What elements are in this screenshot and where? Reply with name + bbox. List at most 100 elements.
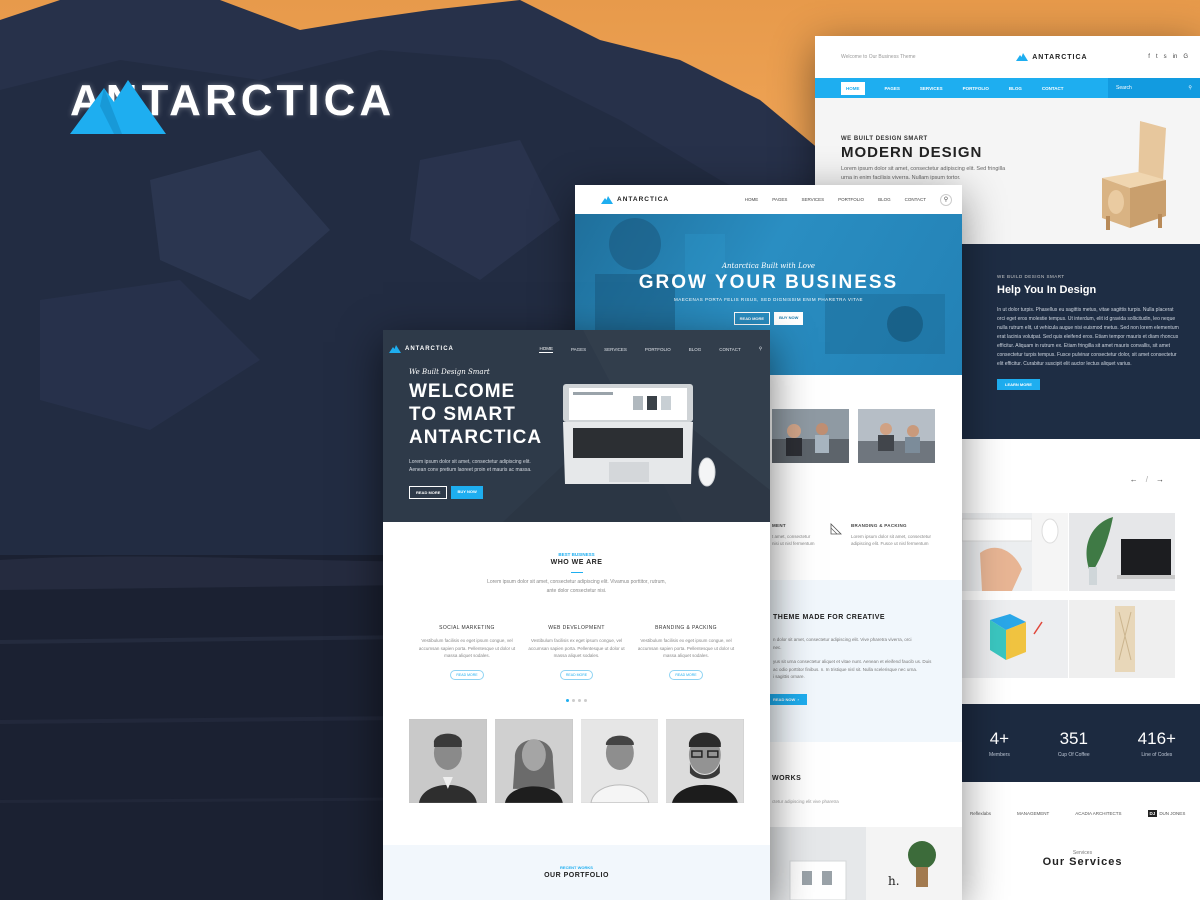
read-more-button[interactable]: READ MORE	[733, 312, 771, 325]
team-meeting-photo[interactable]	[772, 409, 849, 463]
main-nav: HOME PAGES SERVICES PORTFOLIO BLOG CONTA…	[745, 193, 952, 206]
client-logo: DJ DUN JONES	[1147, 809, 1186, 817]
search-input[interactable]: Search ⚲	[1108, 78, 1200, 98]
main-nav: HOME PAGES SERVICES PORTFOLIO BLOG CONTA…	[815, 78, 1200, 98]
linkedin-icon[interactable]: in	[1173, 54, 1178, 60]
mountain-logo-icon	[1016, 53, 1029, 61]
hero-title: GROW YOUR BUSINESS	[638, 272, 899, 293]
nav-blog[interactable]: BLOG	[1009, 86, 1022, 91]
google-icon[interactable]: G	[1183, 54, 1188, 60]
team-portraits	[383, 702, 770, 803]
social-links: f t s in G	[1148, 54, 1188, 60]
hero-section: ANTARCTICA HOME PAGES SERVICES PORTFOLIO…	[383, 330, 770, 522]
nav-services[interactable]: SERVICES	[604, 347, 627, 352]
top-bar: Welcome to Our Business Theme ANTARCTICA…	[815, 36, 1200, 78]
search-icon[interactable]: ⚲	[759, 346, 762, 352]
client-logo: MANAGEMENT	[1017, 810, 1050, 816]
brand-logo[interactable]: ANTARCTICA	[601, 195, 669, 204]
nav-home[interactable]: HOME	[745, 197, 759, 202]
team-member-photo[interactable]	[580, 718, 659, 803]
main-nav: HOME PAGES SERVICES PORTFOLIO BLOG CONTA…	[539, 346, 762, 353]
hero-tagline: MAECENAS PORTA FELIS RISUS, SED DIGNISSI…	[673, 297, 864, 302]
buy-now-button[interactable]: BUY NOW	[451, 486, 483, 499]
nav-blog[interactable]: BLOG	[878, 197, 891, 202]
theme-text: n dolor sit amet, consectetur adipiscing…	[773, 637, 912, 650]
nav-contact[interactable]: CONTACT	[1042, 86, 1064, 91]
nav-pages[interactable]: PAGES	[885, 86, 900, 91]
brand-logo[interactable]: ANTARCTICA	[1016, 53, 1087, 61]
hero-logo: ANTARCTICA	[70, 76, 395, 134]
read-more-button[interactable]: READ MORE	[669, 669, 703, 680]
read-more-button[interactable]: READ MORE	[559, 669, 594, 680]
read-now-button[interactable]: READ NOW ›	[765, 694, 807, 705]
theme-title: THEME MADE FOR CREATIVE	[773, 614, 886, 621]
brand-logo[interactable]: ANTARCTICA	[389, 345, 454, 353]
nav-blog[interactable]: BLOG	[689, 347, 702, 352]
carousel-dot[interactable]	[566, 698, 569, 702]
title-underline	[570, 572, 583, 573]
header-bar: ANTARCTICA HOME PAGES SERVICES PORTFOLIO…	[383, 330, 770, 368]
nav-portfolio[interactable]: PORTFOLIO	[838, 197, 864, 202]
team-member-photo[interactable]	[494, 718, 573, 803]
search-icon[interactable]: ⚲	[1188, 85, 1192, 91]
stat-code: 416+ Line of Codes	[1137, 728, 1176, 758]
preview-page-welcome: ANTARCTICA HOME PAGES SERVICES PORTFOLIO…	[383, 330, 770, 900]
twitter-icon[interactable]: t	[1156, 54, 1158, 60]
carousel-dot[interactable]	[584, 698, 587, 702]
nav-pages[interactable]: PAGES	[772, 197, 787, 202]
branding-service-item: BRANDING & PACKING Lorem ipsum dolor sit…	[830, 523, 931, 547]
service-social-marketing: SOCIAL MARKETING Vestibulum facilisis ex…	[415, 625, 519, 681]
stat-coffee: 351 Cup Of Coffee	[1057, 728, 1090, 758]
nav-home[interactable]: HOME	[539, 346, 553, 353]
nav-contact[interactable]: CONTACT	[905, 197, 926, 202]
who-title: WHO WE ARE	[550, 559, 603, 566]
service-item: MENT t amet, consectetur nisi ut nisl fe…	[772, 523, 815, 547]
carousel-dot[interactable]	[578, 698, 581, 702]
plant-laptop-photo[interactable]	[1069, 513, 1175, 591]
nav-portfolio[interactable]: PORTFOLIO	[963, 86, 989, 91]
buy-now-button[interactable]: BUY NOW	[774, 312, 804, 325]
hero-buttons: READ MORE BUY NOW	[575, 312, 962, 325]
client-logo: ACADIA ARCHITECTS	[1075, 810, 1122, 816]
wooden-chair-image	[1102, 121, 1166, 230]
nav-portfolio[interactable]: PORTFOLIO	[645, 347, 671, 352]
carousel-arrows: ←/→	[1129, 475, 1172, 484]
keyboard-hand-photo[interactable]	[962, 513, 1068, 591]
nav-pages[interactable]: PAGES	[571, 347, 586, 352]
arrow-left-icon[interactable]: ←	[1130, 475, 1146, 484]
mountain-logo-icon	[70, 80, 166, 134]
nav-home[interactable]: HOME	[841, 81, 865, 95]
team-member-photo[interactable]	[666, 718, 744, 803]
svg-text:h.: h.	[888, 874, 900, 888]
service-web-development: WEB DEVELOPMENT Vestibulum facilisis ex …	[525, 625, 629, 681]
nav-contact[interactable]: CONTACT	[719, 347, 740, 352]
facebook-icon[interactable]: f	[1148, 54, 1150, 60]
service-columns: SOCIAL MARKETING Vestibulum facilisis ex…	[383, 595, 770, 681]
office-work-photo[interactable]	[858, 409, 935, 463]
arrow-right-icon[interactable]: →	[1156, 475, 1172, 484]
who-text: Lorem ipsum dolor sit amet, consectetur …	[487, 579, 666, 594]
read-more-button[interactable]: READ MORE	[450, 669, 484, 680]
skype-icon[interactable]: s	[1164, 54, 1167, 60]
carousel-dot[interactable]	[572, 698, 575, 702]
read-more-button[interactable]: READ MORE	[409, 486, 448, 499]
team-member-photo[interactable]	[409, 718, 487, 803]
pen-tool-icon	[830, 523, 842, 535]
nav-services[interactable]: SERVICES	[801, 197, 824, 202]
header-bar: ANTARCTICA HOME PAGES SERVICES PORTFOLIO…	[575, 185, 962, 214]
works-preview-images[interactable]: h.	[770, 827, 962, 900]
architecture-photo[interactable]	[1069, 600, 1175, 678]
mountain-logo-icon	[389, 345, 401, 353]
works-title: WORKS	[772, 775, 802, 782]
service-branding-packing: BRANDING & PACKING Vestibulum facilisis …	[634, 625, 738, 681]
hero-text: Lorem ipsum dolor sit amet, consectetur …	[409, 459, 532, 473]
nav-services[interactable]: SERVICES	[920, 86, 943, 91]
hero-script: Antarctica Built with Love	[721, 262, 816, 270]
help-title: Help You In Design	[997, 284, 1097, 296]
portfolio-subtitle: RECENT WORKS	[560, 865, 593, 870]
hero-script: We Built Design Smart	[409, 368, 490, 376]
colorful-cube-photo[interactable]	[962, 600, 1068, 678]
search-icon[interactable]: ⚲	[940, 193, 952, 206]
learn-more-button[interactable]: LEARN MORE	[997, 379, 1040, 390]
who-we-are-section: BEST BUSINESS WHO WE ARE Lorem ipsum dol…	[383, 522, 770, 595]
